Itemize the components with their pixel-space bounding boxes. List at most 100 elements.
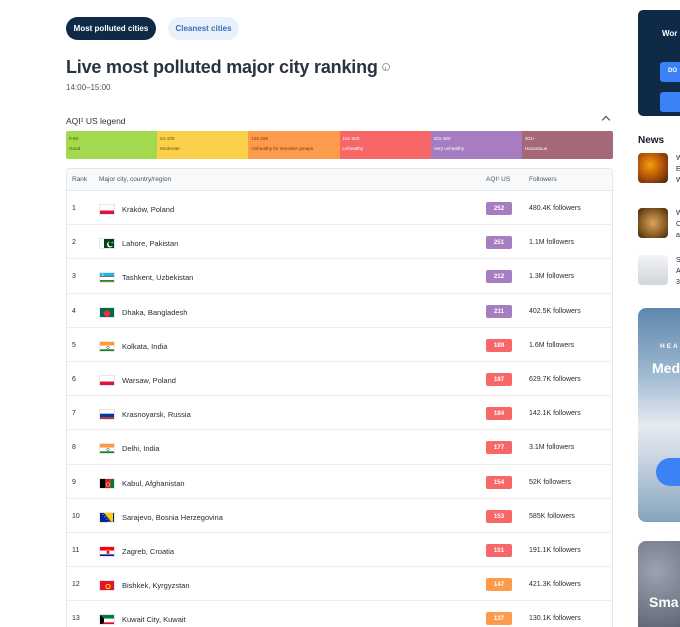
news-item-1[interactable]: W E W [676, 153, 680, 186]
city-link[interactable]: Tashkent, Uzbekistan [122, 273, 193, 282]
aqi-badge: 251 [486, 236, 512, 250]
news-thumbnail-2[interactable] [638, 208, 668, 238]
legend-label: Good [69, 146, 81, 151]
news-item-1-line-3: W [676, 177, 680, 184]
rank-cell: 6 [72, 375, 76, 383]
header-rank[interactable]: Rank [72, 176, 87, 183]
legend-range: 0-50 [69, 136, 79, 141]
rank-cell: 2 [72, 239, 76, 247]
ad-banner-kicker: HEA [660, 343, 680, 350]
flag-poland-icon [99, 374, 115, 386]
followers-cell: 585K followers [529, 512, 575, 520]
followers-cell: 402.5K followers [529, 307, 581, 315]
followers-cell: 480.4K followers [529, 205, 581, 212]
table-row[interactable]: 10 Sarajevo, Bosnia Herzegovina 153 585K fo… [67, 499, 612, 533]
legend-title: AQI¹ US legend [66, 116, 126, 126]
header-city[interactable]: Major city, country/region [99, 176, 171, 183]
rank-cell: 1 [72, 205, 76, 212]
table-body: 1 Kraków, Poland 252 480.4K followers 2 Lahor… [67, 191, 612, 627]
city-link[interactable]: Warsaw, Poland [122, 376, 176, 385]
aqi-badge: 153 [486, 509, 512, 523]
table-row[interactable]: 4 Dhaka, Bangladesh 211 402.5K followers [67, 294, 612, 328]
table-row[interactable]: 2 Lahore, Pakistan 251 1.1M followers [67, 225, 612, 260]
flag-kyrgyzstan-icon [99, 580, 115, 592]
news-item-3[interactable]: S A 3 [676, 255, 680, 288]
table-row[interactable]: 6 Warsaw, Poland 187 629.7K followers [67, 362, 612, 397]
city-link[interactable]: Kuwait City, Kuwait [122, 615, 186, 624]
rank-cell: 12 [72, 581, 80, 589]
legend-label: Unhealthy [342, 146, 364, 151]
ad-banner-button[interactable] [656, 458, 680, 486]
legend-range: 51-100 [160, 136, 175, 141]
aqi-badge: 177 [486, 441, 512, 455]
promo-download-button[interactable]: DO [660, 62, 680, 82]
table-row[interactable]: 7 Krasnoyarsk, Russia 184 142.1K followers [67, 396, 612, 431]
table-row[interactable]: 13 Kuwait City, Kuwait 137 130.1K followers [67, 601, 612, 627]
legend-label: Very unhealthy [433, 146, 465, 151]
table-row[interactable]: 1 Kraków, Poland 252 480.4K followers [67, 191, 612, 226]
news-item-2-line-3: a [676, 232, 680, 239]
city-link[interactable]: Kolkata, India [122, 342, 167, 351]
page-title-text: Live most polluted major city ranking [66, 57, 378, 77]
ad-banner-headline: Med [652, 360, 680, 376]
rank-cell: 9 [72, 478, 76, 486]
city-link[interactable]: Lahore, Pakistan [122, 239, 178, 248]
legend-label: Unhealthy for sensitive groups [251, 146, 314, 151]
promo-secondary-button[interactable] [660, 92, 680, 112]
tab-most-polluted[interactable]: Most polluted cities [66, 17, 156, 40]
legend-level-1: 51-100 Moderate [157, 131, 249, 159]
aqi-badge: 137 [486, 612, 512, 626]
rank-cell: 10 [72, 512, 80, 520]
followers-cell: 1.6M followers [529, 341, 575, 349]
city-link[interactable]: Zagreb, Croatia [122, 547, 174, 556]
legend-range: 301+ [524, 136, 536, 141]
legend-range: 151-200 [342, 136, 360, 141]
table-row[interactable]: 9 Kabul, Afghanistan 154 52K followers [67, 465, 612, 499]
page-title: Live most polluted major city ranking [66, 57, 390, 78]
flag-india-icon [99, 340, 115, 352]
aqi-badge: 151 [486, 543, 512, 557]
table-row[interactable]: 5 Kolkata, India 189 1.6M followers [67, 328, 612, 362]
flag-bosnia-icon [99, 511, 115, 523]
chevron-up-icon[interactable] [601, 115, 611, 125]
flag-bangladesh-icon [99, 306, 115, 318]
table-row[interactable]: 8 Delhi, India 177 3.1M followers [67, 430, 612, 465]
aqi-badge: 189 [486, 338, 512, 352]
aqi-badge: 212 [486, 270, 512, 284]
tab-cleanest[interactable]: Cleanest cities [168, 17, 239, 40]
city-link[interactable]: Dhaka, Bangladesh [122, 308, 187, 317]
ad-banner-smart[interactable]: Sma [638, 541, 680, 627]
legend-range: 101-150 [251, 136, 269, 141]
followers-cell: 629.7K followers [529, 375, 581, 383]
city-link[interactable]: Krasnoyarsk, Russia [122, 410, 191, 419]
city-link[interactable]: Sarajevo, Bosnia Herzegovina [122, 513, 223, 522]
followers-cell: 130.1K followers [529, 615, 581, 623]
flag-poland-icon [99, 204, 115, 215]
city-link[interactable]: Kraków, Poland [122, 205, 174, 214]
table-row[interactable]: 12 Bishkek, Kyrgyzstan 147 421.3K followers [67, 567, 612, 602]
table-row[interactable]: 3 Tashkent, Uzbekistan 212 1.3M followers [67, 259, 612, 294]
aqi-badge: 187 [486, 372, 512, 386]
city-link[interactable]: Delhi, India [122, 444, 160, 453]
header-aqi[interactable]: AQI¹ US [486, 176, 510, 183]
news-thumbnail-3[interactable] [638, 255, 668, 285]
promo-card-title: Wor [662, 29, 678, 38]
news-item-2-line-2: C [676, 221, 680, 228]
city-link[interactable]: Kabul, Afghanistan [122, 479, 185, 488]
header-followers[interactable]: Followers [529, 176, 557, 183]
aqi-badge: 184 [486, 407, 512, 421]
followers-cell: 191.1K followers [529, 546, 581, 554]
info-icon[interactable] [381, 63, 390, 71]
city-link[interactable]: Bishkek, Kyrgyzstan [122, 581, 190, 590]
news-thumbnail-1[interactable] [638, 153, 668, 183]
ad-banner-health[interactable]: HEA Med [638, 308, 680, 522]
table-row[interactable]: 11 Zagreb, Croatia 151 191.1K followers [67, 533, 612, 568]
rank-cell: 13 [72, 615, 80, 623]
news-item-2[interactable]: W C a [676, 208, 680, 241]
legend-level-3: 151-200 Unhealthy [339, 131, 431, 159]
news-item-1-line-2: E [676, 166, 680, 173]
flag-uzbekistan-icon [99, 272, 115, 284]
legend-label: Hazardous [524, 146, 548, 151]
flag-india-icon [99, 443, 115, 455]
right-sidebar: Wor DO News W E W W C a S A 3 HEA Med Sm… [638, 0, 680, 627]
